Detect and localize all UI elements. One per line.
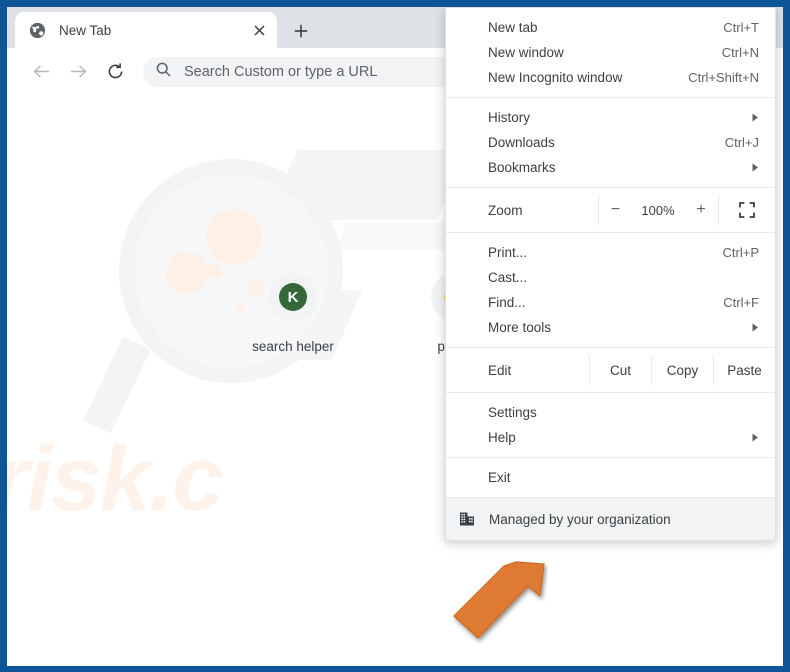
- menu-item-label: New tab: [488, 20, 538, 35]
- menu-item-label: History: [488, 110, 531, 125]
- menu-separator: [446, 187, 775, 188]
- search-icon: [156, 62, 171, 82]
- menu-item-downloads[interactable]: Downloads Ctrl+J: [446, 130, 775, 155]
- new-tab-button[interactable]: [288, 18, 314, 44]
- close-icon[interactable]: [249, 20, 269, 40]
- menu-item-managed-by-organization[interactable]: Managed by your organization: [446, 497, 775, 540]
- back-button[interactable]: [26, 57, 56, 87]
- menu-item-history[interactable]: History: [446, 105, 775, 130]
- menu-item-shortcut: Ctrl+T: [723, 20, 759, 35]
- menu-separator: [446, 232, 775, 233]
- omnibox-placeholder: Search Custom or type a URL: [184, 63, 378, 80]
- menu-item-exit[interactable]: Exit: [446, 465, 775, 490]
- managed-label: Managed by your organization: [489, 511, 671, 527]
- globe-icon: [29, 22, 46, 39]
- tab-new-tab[interactable]: New Tab: [15, 12, 277, 48]
- copy-button[interactable]: Copy: [651, 355, 713, 385]
- chevron-right-icon: [752, 110, 759, 125]
- menu-item-cast[interactable]: Cast...: [446, 265, 775, 290]
- zoom-level-value: 100%: [641, 202, 675, 218]
- chevron-right-icon: [752, 160, 759, 175]
- paste-button[interactable]: Paste: [713, 355, 775, 385]
- arrow-left-icon: [33, 65, 49, 78]
- menu-row-edit: Edit Cut Copy Paste: [446, 355, 775, 385]
- menu-item-label: Print...: [488, 245, 528, 260]
- menu-item-help[interactable]: Help: [446, 425, 775, 450]
- menu-item-label: New Incognito window: [488, 70, 623, 85]
- menu-item-more-tools[interactable]: More tools: [446, 315, 775, 340]
- cut-button[interactable]: Cut: [589, 355, 651, 385]
- zoom-out-button[interactable]: −: [598, 195, 632, 225]
- menu-item-label: Find...: [488, 295, 526, 310]
- menu-item-label: Help: [488, 430, 516, 445]
- menu-item-shortcut: Ctrl+F: [723, 295, 759, 310]
- menu-item-shortcut: Ctrl+Shift+N: [688, 70, 759, 85]
- shortcut-label: search helper: [252, 339, 334, 354]
- menu-item-find[interactable]: Find... Ctrl+F: [446, 290, 775, 315]
- chrome-main-menu: New tab Ctrl+T New window Ctrl+N New Inc…: [445, 7, 776, 541]
- zoom-label: Zoom: [488, 202, 523, 218]
- shortcut-icon-wrap: K: [269, 273, 317, 321]
- chevron-right-icon: [752, 320, 759, 335]
- brand-watermark: risk.c: [7, 428, 223, 530]
- menu-separator: [446, 457, 775, 458]
- menu-separator: [446, 97, 775, 98]
- shortcut-tile-search-helper[interactable]: K search helper: [237, 273, 349, 354]
- arrow-right-icon: [70, 65, 86, 78]
- browser-window-frame: New Tab Search Custom or type a URL risk…: [0, 0, 790, 672]
- menu-item-label: New window: [488, 45, 564, 60]
- edit-label: Edit: [488, 362, 512, 378]
- fullscreen-icon: [739, 202, 755, 218]
- forward-button[interactable]: [63, 57, 93, 87]
- menu-item-settings[interactable]: Settings: [446, 400, 775, 425]
- menu-separator: [446, 347, 775, 348]
- menu-item-new-tab[interactable]: New tab Ctrl+T: [446, 15, 775, 40]
- menu-item-label: Bookmarks: [488, 160, 556, 175]
- menu-separator: [446, 392, 775, 393]
- menu-item-new-window[interactable]: New window Ctrl+N: [446, 40, 775, 65]
- menu-item-label: More tools: [488, 320, 552, 335]
- reload-button[interactable]: [100, 57, 130, 87]
- menu-item-new-incognito-window[interactable]: New Incognito window Ctrl+Shift+N: [446, 65, 775, 90]
- orange-arrow-up-right-icon: [453, 561, 545, 639]
- menu-item-shortcut: Ctrl+N: [721, 45, 759, 60]
- office-building-icon: [459, 511, 475, 527]
- chevron-right-icon: [752, 430, 759, 445]
- browser-window: New Tab Search Custom or type a URL risk…: [7, 7, 783, 666]
- menu-item-label: Exit: [488, 470, 511, 485]
- menu-row-zoom: Zoom − 100% +: [446, 195, 775, 225]
- letter-icon: K: [279, 283, 307, 311]
- menu-item-print[interactable]: Print... Ctrl+P: [446, 240, 775, 265]
- reload-icon: [108, 63, 122, 79]
- menu-item-shortcut: Ctrl+P: [722, 245, 759, 260]
- menu-item-label: Settings: [488, 405, 537, 420]
- fullscreen-button[interactable]: [718, 195, 775, 225]
- menu-item-shortcut: Ctrl+J: [724, 135, 759, 150]
- tab-title: New Tab: [59, 22, 112, 38]
- plus-icon: [294, 24, 308, 38]
- menu-item-label: Downloads: [488, 135, 555, 150]
- zoom-in-button[interactable]: +: [684, 195, 718, 225]
- menu-item-bookmarks[interactable]: Bookmarks: [446, 155, 775, 180]
- menu-item-label: Cast...: [488, 270, 528, 285]
